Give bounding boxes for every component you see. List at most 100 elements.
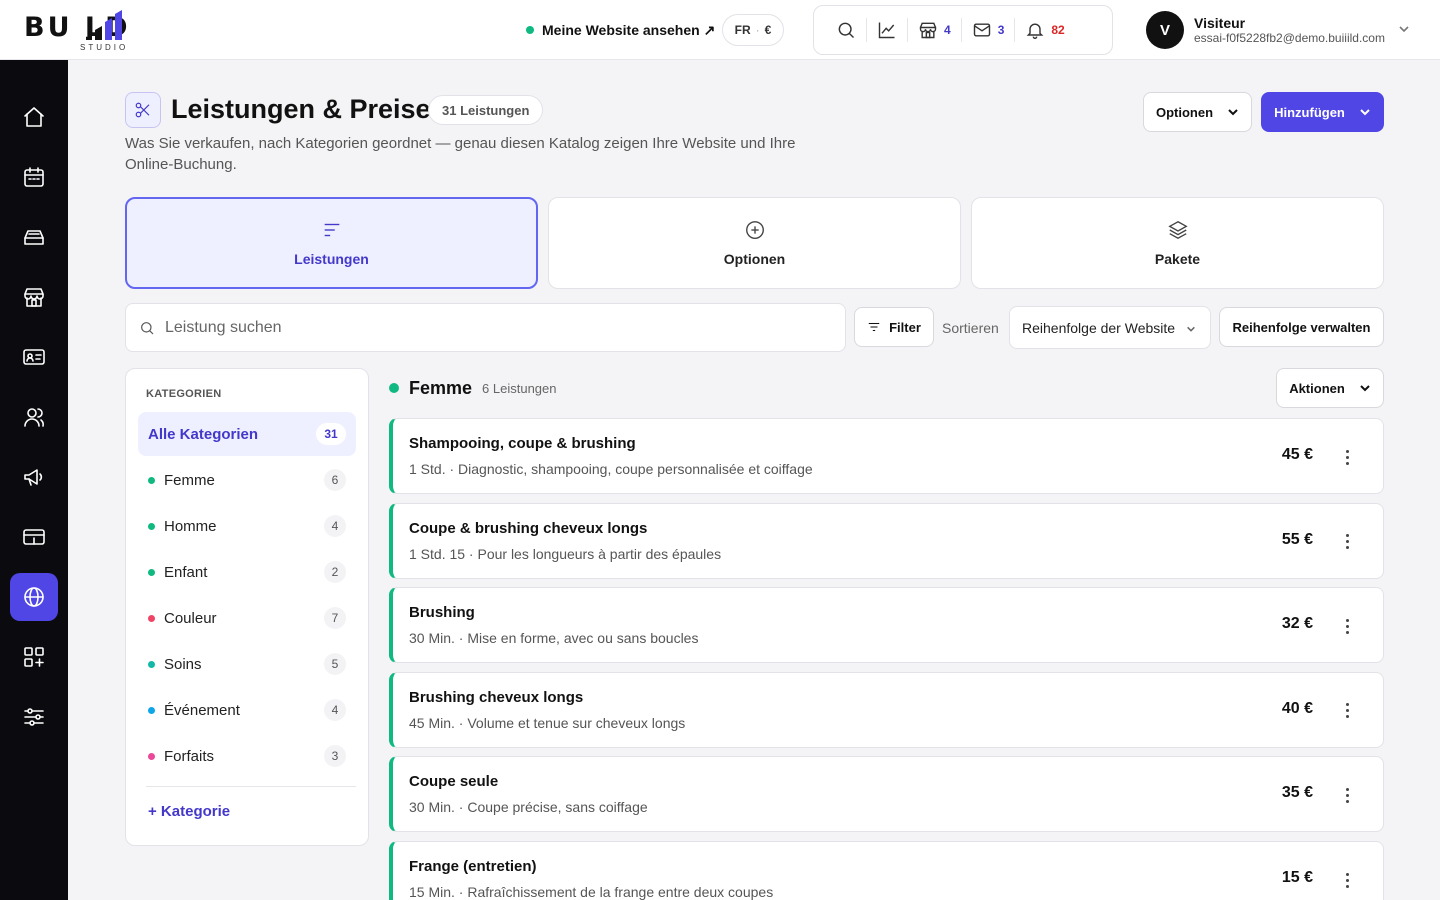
tab-options[interactable]: Optionen bbox=[548, 197, 961, 289]
logo-bars-icon bbox=[86, 10, 122, 40]
sidebar-item-inbox[interactable] bbox=[10, 213, 58, 261]
store-count-badge: 4 bbox=[944, 23, 951, 37]
manage-order-button[interactable]: Reihenfolge verwalten bbox=[1219, 307, 1384, 347]
category-name: Soins bbox=[164, 655, 202, 673]
options-dropdown-button[interactable]: Optionen bbox=[1143, 92, 1252, 132]
filter-button[interactable]: Filter bbox=[854, 307, 934, 347]
language-currency-selector[interactable]: FR · € bbox=[722, 14, 784, 46]
online-status-dot bbox=[526, 26, 534, 34]
sliders-icon bbox=[24, 708, 44, 726]
search-icon bbox=[141, 321, 154, 334]
more-vertical-icon[interactable] bbox=[1339, 783, 1355, 807]
service-card[interactable]: Brushing 30 Min. · Mise en forme, avec ou… bbox=[389, 587, 1384, 664]
store-button[interactable]: 4 bbox=[908, 18, 962, 42]
categories-panel: KATEGORIEN Alle Kategorien 31 Femme 6 Homm… bbox=[125, 368, 369, 846]
view-website-link[interactable]: Meine Website ansehen ↗ bbox=[526, 20, 715, 40]
service-name: Coupe seule bbox=[409, 773, 499, 791]
service-price: 35 € bbox=[1281, 784, 1313, 802]
service-description: 1 Std. 15 · Pour les longueurs à partir … bbox=[409, 545, 722, 562]
notifications-button[interactable]: 82 bbox=[1015, 18, 1074, 42]
add-dropdown-button[interactable]: Hinzufügen bbox=[1261, 92, 1384, 132]
more-vertical-icon[interactable] bbox=[1339, 614, 1355, 638]
service-description: 30 Min. · Mise en forme, avec ou sans bo… bbox=[409, 630, 699, 647]
more-vertical-icon[interactable] bbox=[1339, 868, 1355, 892]
sidebar-item-clients[interactable] bbox=[10, 393, 58, 441]
search-input[interactable] bbox=[165, 318, 815, 337]
messages-count-badge: 3 bbox=[997, 23, 1005, 37]
sidebar-item-calendar[interactable] bbox=[10, 153, 58, 201]
filter-icon bbox=[868, 322, 880, 332]
tab-services[interactable]: Leistungen bbox=[125, 197, 538, 289]
filter-button-label: Filter bbox=[889, 319, 921, 335]
lines-icon bbox=[324, 223, 339, 237]
service-card[interactable]: Brushing cheveux longs 45 Min. · Volume e… bbox=[389, 671, 1384, 748]
service-card[interactable]: Shampooing, coupe & brushing 1 Std. · Dia… bbox=[389, 418, 1384, 494]
divider bbox=[146, 786, 356, 787]
service-description: 30 Min. · Coupe précise, sans coiffage bbox=[409, 799, 648, 816]
tab-options-label: Optionen bbox=[723, 251, 786, 267]
megaphone-icon bbox=[24, 469, 43, 486]
user-email: essai-f0f5228fb2@demo.buiiild.com bbox=[1194, 31, 1385, 45]
service-name: Shampooing, coupe & brushing bbox=[409, 435, 636, 452]
more-vertical-icon[interactable] bbox=[1339, 699, 1355, 723]
stats-button[interactable] bbox=[867, 18, 908, 42]
add-category-button[interactable]: + Kategorie bbox=[148, 803, 230, 820]
quick-actions-group: 4 3 82 bbox=[813, 5, 1113, 55]
users-icon bbox=[24, 408, 44, 427]
sort-label: Sortieren bbox=[942, 320, 999, 336]
category-item-all[interactable]: Alle Kategorien 31 bbox=[138, 412, 356, 456]
tab-packages-label: Pakete bbox=[1154, 251, 1201, 267]
category-color-dot bbox=[148, 614, 155, 622]
category-count: 4 bbox=[324, 699, 346, 721]
tab-packages[interactable]: Pakete bbox=[971, 197, 1384, 289]
sidebar-item-website[interactable] bbox=[10, 573, 58, 621]
actions-dropdown-button[interactable]: Aktionen bbox=[1276, 368, 1384, 408]
sidebar-item-home[interactable] bbox=[10, 93, 58, 141]
category-color-dot bbox=[148, 476, 155, 484]
section-count: 6 Leistungen bbox=[482, 380, 557, 396]
sidebar-item-apps[interactable] bbox=[10, 633, 58, 681]
sidebar-item-contacts[interactable] bbox=[10, 333, 58, 381]
category-item[interactable]: Forfaits 3 bbox=[138, 736, 356, 776]
category-item[interactable]: Couleur 7 bbox=[138, 598, 356, 638]
inbox-icon bbox=[24, 230, 44, 245]
sidebar-item-register[interactable] bbox=[10, 513, 58, 561]
service-card[interactable]: Coupe & brushing cheveux longs 1 Std. 15 … bbox=[389, 502, 1384, 579]
top-bar: BU LD STUDIO Meine Website ansehen ↗ FR … bbox=[0, 0, 1440, 60]
apps-icon bbox=[24, 647, 44, 667]
category-item[interactable]: Soins 5 bbox=[138, 644, 356, 684]
category-item[interactable]: Homme 4 bbox=[138, 506, 356, 546]
sidebar-item-settings[interactable] bbox=[10, 693, 58, 741]
category-color-dot bbox=[148, 522, 155, 530]
category-item[interactable]: Événement 4 bbox=[138, 690, 356, 730]
contact-card-icon bbox=[23, 349, 45, 365]
sort-select-value: Reihenfolge der Website bbox=[1022, 319, 1176, 336]
category-item[interactable]: Femme 6 bbox=[138, 460, 356, 500]
chevron-down-icon bbox=[1187, 326, 1195, 332]
more-vertical-icon[interactable] bbox=[1339, 445, 1355, 469]
service-card[interactable]: Frange (entretien) 15 Min. · Rafraîchisse… bbox=[389, 841, 1384, 900]
chevron-down-icon bbox=[1399, 26, 1409, 33]
plus-circle-icon bbox=[745, 221, 764, 239]
logo[interactable]: BU LD STUDIO bbox=[24, 8, 184, 54]
category-count: 31 bbox=[316, 423, 346, 445]
service-description: 15 Min. · Rafraîchissement de la frange … bbox=[409, 884, 774, 900]
service-card[interactable]: Coupe seule 30 Min. · Coupe précise, sans… bbox=[389, 756, 1384, 833]
user-menu[interactable]: V Visiteur essai-f0f5228fb2@demo.buiiild… bbox=[1146, 10, 1416, 50]
service-price: 55 € bbox=[1281, 530, 1313, 548]
category-item[interactable]: Enfant 2 bbox=[138, 552, 356, 592]
sidebar-item-marketing[interactable] bbox=[10, 453, 58, 501]
category-name: Alle Kategorien bbox=[148, 425, 259, 443]
sidebar-item-store[interactable] bbox=[10, 273, 58, 321]
messages-button[interactable]: 3 bbox=[962, 18, 1016, 42]
sort-select[interactable]: Reihenfolge der Website bbox=[1009, 306, 1211, 349]
scissors-icon bbox=[135, 102, 150, 118]
more-vertical-icon[interactable] bbox=[1339, 530, 1355, 554]
category-name: Couleur bbox=[164, 609, 217, 627]
category-count: 4 bbox=[324, 515, 346, 537]
search-button[interactable] bbox=[826, 18, 867, 42]
service-price: 32 € bbox=[1281, 615, 1313, 633]
category-count: 3 bbox=[324, 745, 346, 767]
title-scissors-badge bbox=[125, 92, 161, 128]
category-count: 2 bbox=[324, 561, 346, 583]
